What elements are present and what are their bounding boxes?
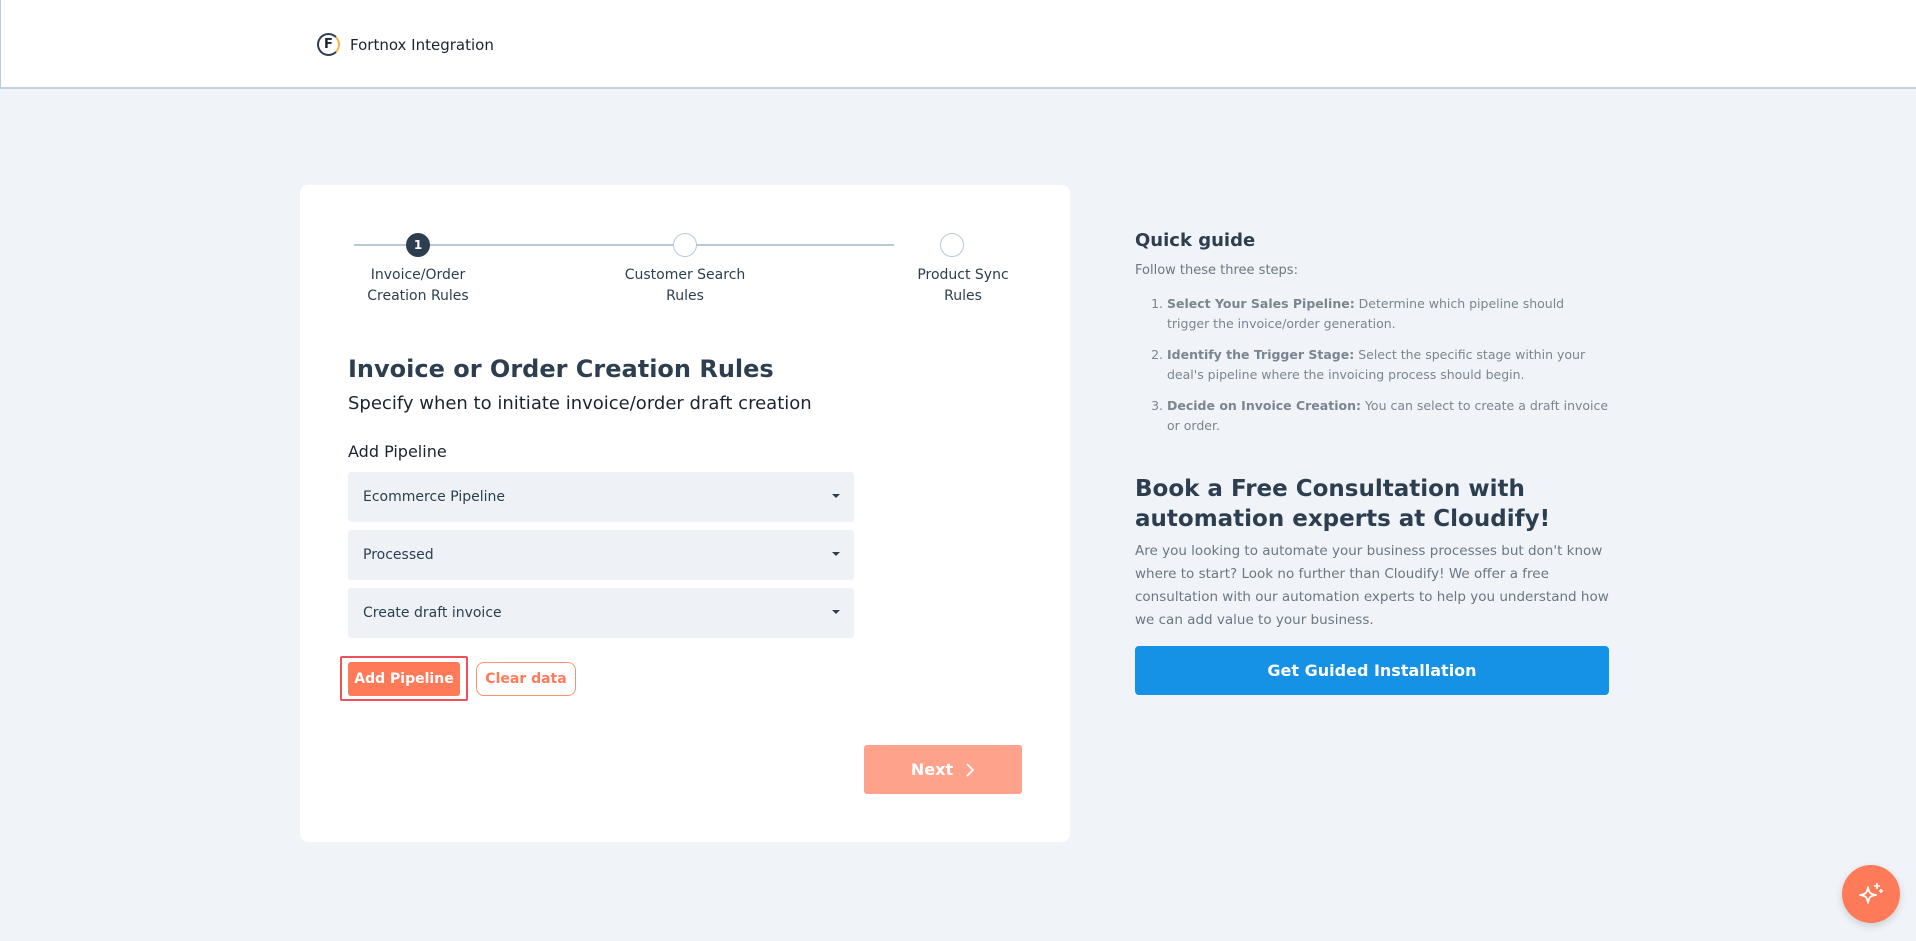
quick-guide-list: Select Your Sales Pipeline: Determine wh… (1135, 294, 1610, 436)
sparkles-icon (1859, 883, 1883, 904)
pipeline-select-value: Ecommerce Pipeline (363, 489, 505, 505)
fortnox-logo-icon: F (317, 33, 340, 56)
step-3-dot[interactable] (940, 233, 964, 257)
add-pipeline-button[interactable]: Add Pipeline (348, 662, 460, 696)
guide-step: Decide on Invoice Creation: You can sele… (1167, 396, 1610, 436)
step-2-label: Customer Search Rules (624, 267, 746, 304)
pipeline-select[interactable]: Ecommerce Pipeline (348, 472, 854, 522)
guide-step: Select Your Sales Pipeline: Determine wh… (1167, 294, 1610, 334)
step-1-dot[interactable]: 1 (406, 233, 430, 257)
guide-step: Identify the Trigger Stage: Select the s… (1167, 345, 1610, 385)
caret-down-icon (832, 494, 840, 498)
stage-select[interactable]: Processed (348, 530, 854, 580)
setup-card: 1 Invoice/Order Creation Rules Customer … (300, 185, 1070, 842)
action-select[interactable]: Create draft invoice (348, 588, 854, 638)
step-number: 1 (413, 238, 423, 252)
pipeline-label: Add Pipeline (348, 442, 447, 461)
guide-step-title: Identify the Trigger Stage: (1167, 347, 1355, 362)
stepper-line (354, 244, 894, 246)
caret-down-icon (832, 552, 840, 556)
logo-letter: F (324, 37, 333, 52)
guide-step-title: Decide on Invoice Creation: (1167, 398, 1361, 413)
guide-step-title: Select Your Sales Pipeline: (1167, 296, 1355, 311)
clear-data-button[interactable]: Clear data (476, 662, 576, 696)
consultation-text: Are you looking to automate your busines… (1135, 543, 1609, 628)
quick-guide-intro: Follow these three steps: (1135, 263, 1298, 278)
quick-guide-title: Quick guide (1135, 230, 1256, 251)
get-guided-installation-button[interactable]: Get Guided Installation (1135, 646, 1609, 695)
next-button[interactable]: Next (864, 745, 1022, 794)
next-label: Next (910, 760, 954, 779)
app-title: Fortnox Integration (350, 35, 494, 54)
form-subtitle: Specify when to initiate invoice/order d… (348, 393, 812, 414)
step-1-label: Invoice/Order Creation Rules (367, 267, 469, 304)
action-select-value: Create draft invoice (363, 605, 502, 621)
caret-down-icon (832, 610, 840, 614)
top-header: F Fortnox Integration (0, 0, 1916, 89)
stage-select-value: Processed (363, 547, 434, 563)
side-panel: Quick guide Follow these three steps: Se… (1135, 230, 1610, 695)
chevron-right-icon (966, 762, 975, 777)
step-2-dot[interactable] (673, 233, 697, 257)
form-title: Invoice or Order Creation Rules (348, 355, 774, 383)
brand: F Fortnox Integration (317, 33, 494, 56)
step-3-label: Product Sync Rules (917, 267, 1009, 304)
consultation-title: Book a Free Consultation with automation… (1135, 476, 1551, 532)
ai-assistant-button[interactable] (1842, 865, 1900, 923)
